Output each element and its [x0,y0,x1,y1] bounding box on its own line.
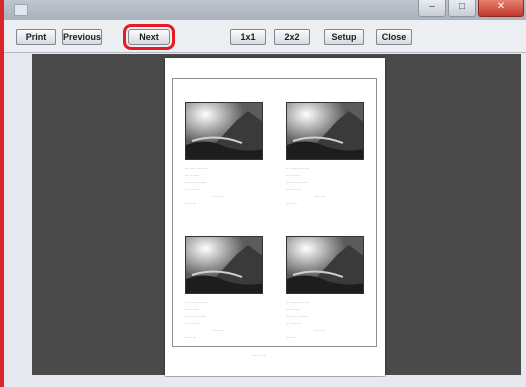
setup-button[interactable]: Setup [324,29,364,45]
window-close-button[interactable]: ✕ [478,0,524,17]
photo-thumbnail [185,102,263,160]
photo-metadata: ⋯ ⋯⋯ ⋯⋯ ⋯ ⋯⋯ ⋯⋯ ⋯⋯⋯ ⋯⋯⋯ ⋯ ⋯⋯ ⋯ ⋯⋯ ⋯ ⋯⋯ ⋯ [286,167,326,206]
app-icon [14,4,28,16]
maximize-icon: □ [458,1,466,12]
photo-image [186,237,262,293]
close-button[interactable]: Close [376,29,412,45]
title-bar[interactable]: – □ ✕ [4,0,526,20]
photo-thumbnail [185,236,263,294]
minimize-icon: – [429,1,435,12]
view-1x1-button[interactable]: 1x1 [230,29,266,45]
window-controls: – □ ✕ [418,0,524,18]
photo-image [287,103,363,159]
minimize-button[interactable]: – [418,0,446,17]
toolbar: Print Previous Next 1x1 2x2 Setup Close [4,20,526,53]
photo-metadata: ⋯ ⋯⋯ ⋯⋯ ⋯ ⋯⋯ ⋯⋯ ⋯⋯⋯ ⋯⋯⋯ ⋯ ⋯⋯ ⋯ ⋯⋯ ⋯ ⋯⋯ ⋯ [185,301,225,340]
next-button[interactable]: Next [123,24,175,50]
status-bar [4,377,526,387]
maximize-button[interactable]: □ [448,0,476,17]
photo-metadata: ⋯ ⋯⋯ ⋯⋯ ⋯ ⋯⋯ ⋯⋯ ⋯⋯⋯ ⋯⋯⋯ ⋯ ⋯⋯ ⋯ ⋯⋯ ⋯ ⋯⋯ ⋯ [185,167,225,206]
photo-metadata: ⋯ ⋯⋯ ⋯⋯ ⋯ ⋯⋯ ⋯⋯ ⋯⋯⋯ ⋯⋯⋯ ⋯ ⋯⋯ ⋯ ⋯⋯ ⋯ ⋯⋯ ⋯ [286,301,326,340]
photo-thumbnail [286,236,364,294]
previous-button[interactable]: Previous [62,29,102,45]
view-2x2-button[interactable]: 2x2 [274,29,310,45]
print-preview-window: – □ ✕ Print Previous Next 1x1 2x2 Setup … [0,0,526,387]
photo-thumbnail [286,102,364,160]
close-icon: ✕ [496,1,506,12]
photo-image [186,103,262,159]
page-footer: ⋯ ⋯ ⋯ [252,353,267,358]
print-button[interactable]: Print [16,29,56,45]
window-edge [0,0,4,387]
photo-image [287,237,363,293]
